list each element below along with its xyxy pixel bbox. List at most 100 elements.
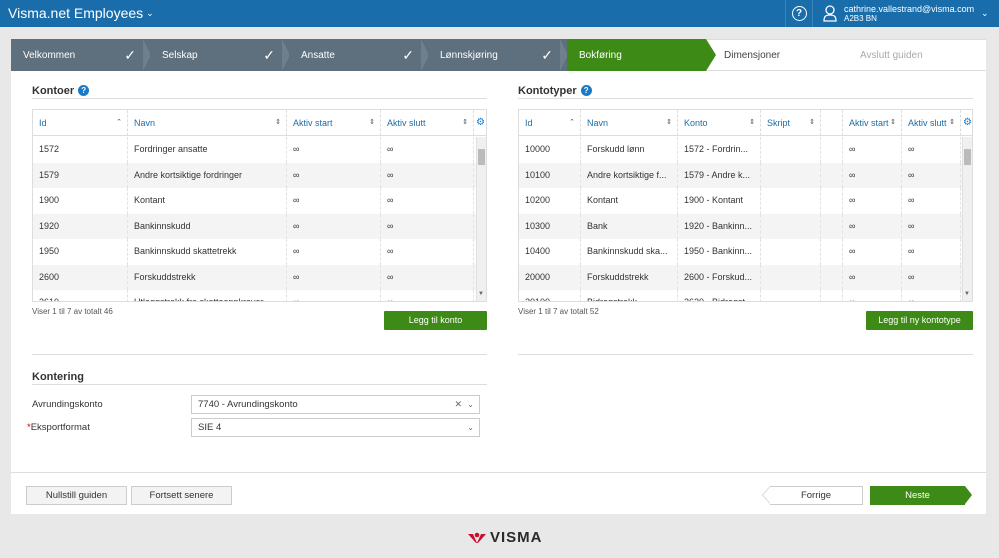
table-cell: ∞ bbox=[843, 290, 902, 301]
step-selskap[interactable]: Selskap ✓ bbox=[150, 39, 290, 71]
table-cell: 1920 - Bankinn... bbox=[678, 213, 761, 239]
table-cell: ∞ bbox=[902, 290, 961, 301]
table-cell: Bankinnskudd skattetrekk bbox=[128, 239, 287, 265]
help-button[interactable]: ? bbox=[785, 0, 813, 27]
table-cell: 2600 - Forskud... bbox=[678, 264, 761, 290]
add-kontotype-button[interactable]: Legg til ny kontotype bbox=[866, 311, 973, 330]
help-icon[interactable]: ? bbox=[580, 85, 592, 96]
table-row[interactable]: 1920 Bankinnskudd ∞ ∞ bbox=[33, 213, 486, 239]
table-row[interactable]: 20000 Forskuddstrekk 2600 - Forskud... ∞ ∞ bbox=[519, 264, 972, 290]
previous-button[interactable]: Forrige bbox=[762, 486, 863, 505]
kontoer-count: Viser 1 til 7 av totalt 46 bbox=[32, 307, 113, 316]
scroll-down-icon[interactable]: ▼ bbox=[478, 291, 484, 297]
help-icon[interactable]: ? bbox=[78, 85, 90, 96]
logo-text: VISMA bbox=[490, 529, 543, 546]
column-header-aktiv-slutt[interactable]: Aktiv slutt ⇕ bbox=[381, 110, 474, 136]
eksportformat-select[interactable]: SIE 4 ⌄ bbox=[191, 418, 480, 437]
table-cell: ∞ bbox=[381, 264, 474, 290]
table-row[interactable]: 1572 Fordringer ansatte ∞ ∞ bbox=[33, 137, 486, 163]
table-cell: Forskuddstrekk bbox=[581, 264, 678, 290]
scrollbar-thumb[interactable] bbox=[478, 149, 485, 165]
step-label: Bokføring bbox=[579, 49, 622, 61]
check-icon: ✓ bbox=[263, 47, 275, 63]
table-cell: 10400 bbox=[519, 239, 581, 265]
step-avslutt-guiden[interactable]: Avslutt guiden bbox=[846, 39, 986, 71]
table-row[interactable]: 10100 Andre kortsiktige f... 1579 - Andre … bbox=[519, 162, 972, 188]
column-header-navn[interactable]: Navn ⇕ bbox=[128, 110, 287, 136]
table-cell: 1950 - Bankinn... bbox=[678, 239, 761, 265]
column-header-konto[interactable]: Konto ⇕ bbox=[678, 110, 761, 136]
column-header-aktiv-start[interactable]: Aktiv start ⇕ bbox=[843, 110, 902, 136]
table-row[interactable]: 10300 Bank 1920 - Bankinn... ∞ ∞ bbox=[519, 213, 972, 239]
gear-icon[interactable]: ⚙ bbox=[963, 117, 972, 128]
scrollbar[interactable]: ▼ bbox=[476, 137, 486, 301]
table-row[interactable]: 2600 Forskuddstrekk ∞ ∞ bbox=[33, 264, 486, 290]
column-header-id[interactable]: Id ⌃ bbox=[33, 110, 128, 136]
user-email[interactable]: cathrine.vallestrand@visma.com bbox=[844, 4, 974, 14]
column-header-aktiv-slutt[interactable]: Aktiv slutt ⇕ bbox=[902, 110, 961, 136]
table-cell: Utleggstrekk fra skatteoppkrever bbox=[128, 290, 287, 301]
avrundingskonto-select[interactable]: 7740 - Avrundingskonto ✕ ⌄ bbox=[191, 395, 480, 414]
next-button[interactable]: Neste bbox=[870, 486, 972, 505]
step-velkommen[interactable]: Velkommen ✓ bbox=[11, 39, 151, 71]
step-label: Ansatte bbox=[301, 49, 335, 61]
chevron-down-icon[interactable]: ⌄ bbox=[467, 419, 474, 436]
table-cell bbox=[761, 137, 821, 163]
divider bbox=[518, 98, 973, 99]
user-menu-chevron-icon[interactable]: ⌄ bbox=[981, 8, 989, 19]
table-cell bbox=[821, 162, 843, 188]
kontotyper-count: Viser 1 til 7 av totalt 52 bbox=[518, 307, 599, 316]
column-header-skript[interactable]: Skript ⇕ bbox=[761, 110, 821, 136]
step-dimensjoner[interactable]: Dimensjoner bbox=[706, 39, 846, 71]
table-cell: Kontant bbox=[128, 188, 287, 214]
column-header-aktiv-start[interactable]: Aktiv start ⇕ bbox=[287, 110, 381, 136]
table-header: Id ⌃ Navn ⇕ Konto ⇕ Skript ⇕ Aktiv start ⇕ Ak… bbox=[519, 110, 972, 136]
step-label: Dimensjoner bbox=[724, 49, 781, 61]
scroll-down-icon[interactable]: ▼ bbox=[964, 291, 970, 297]
reset-guide-button[interactable]: Nullstill guiden bbox=[26, 486, 127, 505]
table-cell: Fordringer ansatte bbox=[128, 137, 287, 163]
table-cell: 2620 - Bidragst... bbox=[678, 290, 761, 301]
scrollbar[interactable]: ▼ bbox=[962, 137, 972, 301]
table-cell: Kontant bbox=[581, 188, 678, 214]
scrollbar-thumb[interactable] bbox=[964, 149, 971, 165]
table-cell bbox=[821, 290, 843, 301]
table-cell: ∞ bbox=[381, 213, 474, 239]
table-cell: Andre kortsiktige fordringer bbox=[128, 162, 287, 188]
table-row[interactable]: 10400 Bankinnskudd ska... 1950 - Bankinn..… bbox=[519, 239, 972, 265]
table-cell: ∞ bbox=[843, 162, 902, 188]
table-row[interactable]: 1579 Andre kortsiktige fordringer ∞ ∞ bbox=[33, 162, 486, 188]
sort-icon: ⇕ bbox=[890, 119, 896, 126]
table-cell bbox=[761, 213, 821, 239]
table-row[interactable]: 20100 Bidragstrekk 2620 - Bidragst... ∞ ∞ bbox=[519, 290, 972, 301]
table-cell: 1579 bbox=[33, 162, 128, 188]
table-row[interactable]: 2610 Utleggstrekk fra skatteoppkrever ∞ ∞ bbox=[33, 290, 486, 301]
kontotyper-title-text: Kontotyper bbox=[518, 85, 577, 97]
column-header-id[interactable]: Id ⌃ bbox=[519, 110, 581, 136]
table-cell: ∞ bbox=[843, 264, 902, 290]
step-lonnskjoring[interactable]: Lønnskjøring ✓ bbox=[428, 39, 568, 71]
gear-icon[interactable]: ⚙ bbox=[476, 117, 485, 128]
clear-icon[interactable]: ✕ bbox=[454, 396, 462, 413]
table-row[interactable]: 10200 Kontant 1900 - Kontant ∞ ∞ bbox=[519, 188, 972, 214]
table-cell: Forskuddstrekk bbox=[128, 264, 287, 290]
table-cell: 20000 bbox=[519, 264, 581, 290]
user-icon[interactable] bbox=[823, 5, 837, 22]
chevron-down-icon[interactable]: ⌄ bbox=[467, 396, 474, 413]
avrundingskonto-label: Avrundingskonto bbox=[32, 399, 103, 410]
sort-icon: ⇕ bbox=[749, 119, 755, 126]
table-row[interactable]: 10000 Forskudd lønn 1572 - Fordrin... ∞ ∞ bbox=[519, 137, 972, 163]
table-cell: Bankinnskudd ska... bbox=[581, 239, 678, 265]
table-row[interactable]: 1900 Kontant ∞ ∞ bbox=[33, 188, 486, 214]
continue-later-button[interactable]: Fortsett senere bbox=[131, 486, 232, 505]
add-konto-button[interactable]: Legg til konto bbox=[384, 311, 487, 330]
sort-icon: ⇕ bbox=[949, 119, 955, 126]
table-cell: ∞ bbox=[902, 239, 961, 265]
divider bbox=[518, 354, 973, 355]
step-ansatte[interactable]: Ansatte ✓ bbox=[289, 39, 429, 71]
step-bokforing[interactable]: Bokføring bbox=[567, 39, 716, 71]
table-row[interactable]: 1950 Bankinnskudd skattetrekk ∞ ∞ bbox=[33, 239, 486, 265]
check-icon: ✓ bbox=[402, 47, 414, 63]
column-header-navn[interactable]: Navn ⇕ bbox=[581, 110, 678, 136]
app-switcher[interactable]: Visma.net Employees ⌄ bbox=[8, 5, 154, 21]
